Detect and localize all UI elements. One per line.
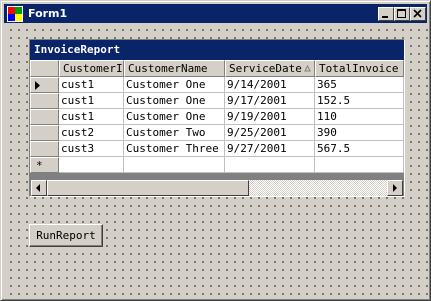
table-cell[interactable]: 9/19/2001 bbox=[225, 109, 315, 125]
table-cell[interactable]: 152.5 bbox=[315, 93, 404, 109]
grid-caption: InvoiceReport bbox=[30, 40, 404, 60]
row-header[interactable] bbox=[30, 141, 59, 157]
row-header[interactable] bbox=[30, 125, 59, 141]
table-cell[interactable]: 9/25/2001 bbox=[225, 125, 315, 141]
new-row-marker: * bbox=[36, 159, 43, 172]
column-header-servicedate-label: ServiceDate bbox=[229, 62, 302, 75]
minimize-icon bbox=[382, 16, 388, 18]
maximize-button[interactable] bbox=[394, 7, 410, 21]
title-bar[interactable]: Form1 bbox=[4, 4, 427, 23]
new-row-cell[interactable] bbox=[59, 157, 124, 173]
table-cell[interactable]: 390 bbox=[315, 125, 404, 141]
table-cell[interactable]: cust2 bbox=[59, 125, 124, 141]
scrollbar-thumb[interactable] bbox=[47, 180, 249, 196]
column-header-customername[interactable]: CustomerName bbox=[124, 60, 225, 77]
sort-ascending-icon bbox=[304, 65, 311, 72]
table-cell[interactable]: Customer One bbox=[124, 77, 225, 93]
invoice-data-grid[interactable]: InvoiceReport CustomerID CustomerName Se… bbox=[29, 39, 405, 197]
scroll-left-button[interactable] bbox=[31, 180, 47, 196]
window-title: Form1 bbox=[28, 7, 68, 20]
table-cell[interactable]: cust1 bbox=[59, 77, 124, 93]
column-header-customerid[interactable]: CustomerID bbox=[59, 60, 124, 77]
table-cell[interactable]: 9/14/2001 bbox=[225, 77, 315, 93]
table-cell[interactable]: cust3 bbox=[59, 141, 124, 157]
new-row-cell[interactable] bbox=[225, 157, 315, 173]
close-icon bbox=[413, 9, 422, 18]
form-window: Form1 InvoiceReport CustomerID CustomerN… bbox=[0, 0, 431, 301]
table-cell[interactable]: Customer One bbox=[124, 93, 225, 109]
table-cell[interactable]: 9/17/2001 bbox=[225, 93, 315, 109]
new-row-cell[interactable] bbox=[315, 157, 404, 173]
row-header[interactable] bbox=[30, 77, 59, 93]
table-cell[interactable]: cust1 bbox=[59, 93, 124, 109]
table-cell[interactable]: 9/27/2001 bbox=[225, 141, 315, 157]
scroll-right-button[interactable] bbox=[387, 180, 403, 196]
horizontal-scrollbar[interactable] bbox=[31, 180, 403, 196]
row-header[interactable] bbox=[30, 93, 59, 109]
new-row-cell[interactable] bbox=[124, 157, 225, 173]
minimize-button[interactable] bbox=[378, 7, 394, 21]
table-cell[interactable]: 110 bbox=[315, 109, 404, 125]
table-cell[interactable]: Customer One bbox=[124, 109, 225, 125]
run-report-button[interactable]: RunReport bbox=[29, 224, 103, 247]
scroll-right-icon bbox=[393, 184, 397, 192]
table-cell[interactable]: 365 bbox=[315, 77, 404, 93]
table-cell[interactable]: Customer Two bbox=[124, 125, 225, 141]
column-header-totalinvoice[interactable]: TotalInvoice bbox=[315, 60, 404, 77]
close-button[interactable] bbox=[410, 7, 426, 21]
row-header[interactable] bbox=[30, 109, 59, 125]
column-header-servicedate[interactable]: ServiceDate bbox=[225, 60, 315, 77]
row-pointer-icon bbox=[35, 81, 40, 90]
grid-header-row: CustomerID CustomerName ServiceDate Tota… bbox=[30, 60, 404, 77]
form-client-area: InvoiceReport CustomerID CustomerName Se… bbox=[5, 24, 428, 298]
new-row-header[interactable]: * bbox=[30, 157, 59, 173]
table-cell[interactable]: 567.5 bbox=[315, 141, 404, 157]
table-cell[interactable]: Customer Three bbox=[124, 141, 225, 157]
corner-header-cell[interactable] bbox=[30, 60, 59, 77]
maximize-icon bbox=[397, 9, 406, 18]
app-icon bbox=[7, 6, 23, 22]
scroll-left-icon bbox=[36, 184, 40, 192]
table-cell[interactable]: cust1 bbox=[59, 109, 124, 125]
